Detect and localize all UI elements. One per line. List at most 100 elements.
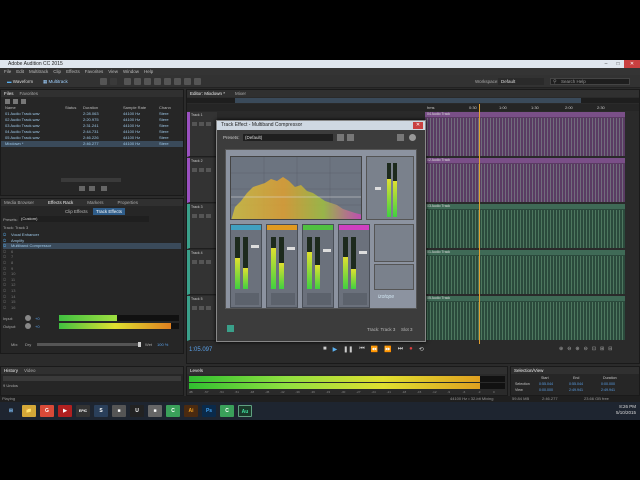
- open-file-icon[interactable]: [5, 99, 10, 104]
- slip-tool-icon[interactable]: [144, 78, 151, 85]
- stop-icon[interactable]: ■: [323, 346, 327, 353]
- track-arm-button[interactable]: [206, 122, 211, 126]
- track-mute-button[interactable]: [192, 122, 197, 126]
- go-to-end-icon[interactable]: ⏭: [398, 346, 403, 353]
- track-arm-button[interactable]: [206, 168, 211, 172]
- view-start[interactable]: 0:00.000: [539, 388, 553, 392]
- menu-clip[interactable]: Clip: [53, 68, 61, 75]
- menu-file[interactable]: File: [4, 68, 11, 75]
- track-solo-button[interactable]: [199, 214, 204, 218]
- track-mute-button[interactable]: [192, 260, 197, 264]
- help-icon[interactable]: [409, 134, 416, 141]
- band-1-controls[interactable]: [235, 293, 259, 305]
- track-solo-button[interactable]: [199, 306, 204, 310]
- record-icon[interactable]: ●: [409, 346, 413, 353]
- time-ruler[interactable]: hms 0:30 1:00 1:30 2:00 2:30: [187, 104, 639, 111]
- overview-bar[interactable]: [187, 98, 639, 103]
- band-3-header[interactable]: [303, 225, 333, 230]
- track-mute-button[interactable]: [192, 168, 197, 172]
- output-gain-fader[interactable]: [375, 187, 381, 190]
- spectral-icon[interactable]: [100, 78, 107, 85]
- play-preview-icon[interactable]: [79, 186, 85, 191]
- audio-clip[interactable]: 01 Audio Track: [425, 250, 625, 294]
- search-help-input[interactable]: Search Help: [550, 78, 630, 85]
- pitch-icon[interactable]: [110, 78, 117, 85]
- zoom-out-point-icon[interactable]: ⊟: [608, 346, 612, 352]
- zoom-out-amplitude-icon[interactable]: ⊖: [567, 346, 571, 352]
- explorer-app[interactable]: 📁: [22, 405, 36, 417]
- power-toggle-icon[interactable]: [227, 325, 234, 332]
- tab-favorites[interactable]: Favorites: [20, 90, 39, 97]
- audio-clip[interactable]: 05 Audio Track: [425, 296, 625, 340]
- menu-view[interactable]: View: [108, 68, 118, 75]
- audio-clip[interactable]: 02 Audio Track: [425, 158, 625, 202]
- overview-view-range[interactable]: [235, 98, 581, 103]
- mix-slider-handle[interactable]: [138, 342, 141, 347]
- view-end[interactable]: 2:49.941: [569, 388, 583, 392]
- photoshop-app[interactable]: Ps: [202, 405, 216, 417]
- media-app[interactable]: ▶: [58, 405, 72, 417]
- tab-history[interactable]: History: [4, 367, 18, 374]
- output-gain-knob[interactable]: [25, 323, 31, 329]
- multitrack-view-button[interactable]: ▦ Multitrack: [40, 78, 71, 85]
- band-3-controls[interactable]: [307, 293, 331, 305]
- track-solo-button[interactable]: [199, 260, 204, 264]
- maximize-button[interactable]: □: [612, 60, 624, 68]
- menu-help[interactable]: Help: [144, 68, 153, 75]
- tab-track-effects[interactable]: Track Effects: [93, 208, 126, 215]
- tab-editor[interactable]: Editor: Mixdown *: [190, 90, 225, 97]
- band-2-controls[interactable]: [271, 293, 295, 305]
- save-preset-icon[interactable]: [337, 134, 344, 141]
- zoom-in-amplitude-icon[interactable]: ⊕: [559, 346, 563, 352]
- dialog-title-bar[interactable]: Track Effect - Multiband Compressor: [217, 121, 425, 130]
- camtasia-recorder-app[interactable]: C: [220, 405, 234, 417]
- loop-icon[interactable]: ⟲: [419, 346, 424, 353]
- band-1-threshold[interactable]: [251, 245, 259, 248]
- menu-window[interactable]: Window: [123, 68, 139, 75]
- mix-value[interactable]: 100 %: [157, 342, 168, 347]
- pause-icon[interactable]: ❚❚: [343, 346, 353, 353]
- close-button[interactable]: ✕: [624, 60, 640, 68]
- razor-tool-icon[interactable]: [134, 78, 141, 85]
- band-4-controls[interactable]: [343, 293, 367, 305]
- menu-effects[interactable]: Effects: [66, 68, 80, 75]
- delete-preset-icon[interactable]: [347, 134, 354, 141]
- zoom-in-time-icon[interactable]: ⊕: [575, 346, 579, 352]
- illustrator-app[interactable]: Ai: [184, 405, 198, 417]
- system-clock[interactable]: 8:26 PM 5/10/2015: [616, 404, 636, 416]
- audition-app[interactable]: Au: [238, 405, 252, 417]
- autoplay-icon[interactable]: [101, 186, 107, 191]
- file-row-selected[interactable]: Mixdown * 2:46.277 44100 Hz Stere: [1, 141, 183, 147]
- track-name[interactable]: Track 5: [190, 296, 217, 302]
- view-duration[interactable]: 2:49.941: [601, 388, 615, 392]
- brush-icon[interactable]: [184, 78, 191, 85]
- track-header[interactable]: Track 2: [187, 158, 217, 203]
- fast-forward-icon[interactable]: ⏩: [384, 346, 391, 353]
- spot-heal-icon[interactable]: [194, 78, 201, 85]
- zoom-out-time-icon[interactable]: ⊖: [584, 346, 588, 352]
- track-mute-button[interactable]: [192, 214, 197, 218]
- go-to-start-icon[interactable]: ⏮: [359, 346, 364, 353]
- presets-select[interactable]: (Custom): [19, 216, 149, 222]
- unity-app[interactable]: U: [130, 405, 144, 417]
- app-icon[interactable]: ■: [148, 405, 162, 417]
- tab-video[interactable]: Video: [24, 367, 35, 374]
- track-name[interactable]: Track 4: [190, 250, 217, 256]
- tab-files[interactable]: Files: [4, 90, 14, 97]
- track-header[interactable]: Track 5: [187, 296, 217, 341]
- power-icon[interactable]: [397, 134, 404, 141]
- start-button[interactable]: ⊞: [4, 405, 18, 417]
- tab-mixer[interactable]: Mixer: [235, 90, 246, 97]
- workspace-select[interactable]: Default: [498, 78, 544, 85]
- waveform-view-button[interactable]: ▬ Waveform: [4, 78, 36, 85]
- band-4-threshold[interactable]: [359, 251, 367, 254]
- app-icon[interactable]: ■: [112, 405, 126, 417]
- zoom-full-icon[interactable]: ⊡: [592, 346, 596, 352]
- dialog-presets-select[interactable]: (Default): [243, 134, 333, 141]
- play-icon[interactable]: ▶: [333, 346, 338, 353]
- track-header[interactable]: Track 1: [187, 112, 217, 157]
- band-4-header[interactable]: [339, 225, 369, 230]
- track-arm-button[interactable]: [206, 260, 211, 264]
- band-2-header[interactable]: [267, 225, 297, 230]
- audio-clip[interactable]: 04 Audio Track: [425, 112, 625, 156]
